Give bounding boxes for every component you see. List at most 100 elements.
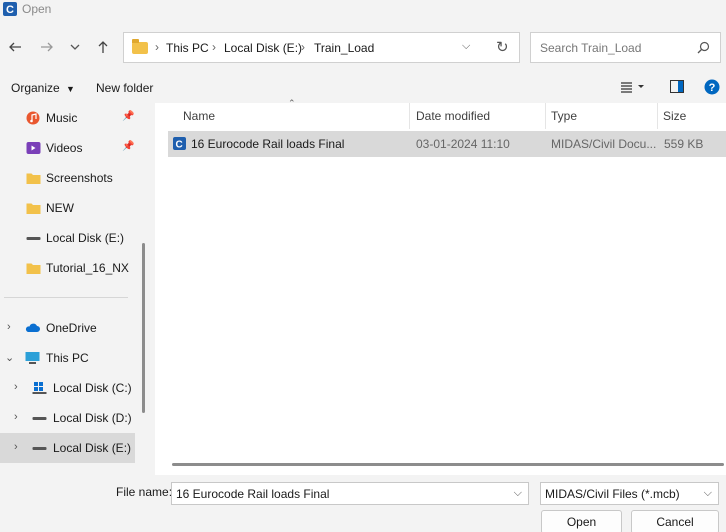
file-name-field[interactable]: 16 Eurocode Rail loads Final ⌵ xyxy=(171,482,529,505)
file-type-filter-value: MIDAS/Civil Files (*.mcb) xyxy=(545,487,680,501)
list-view-icon xyxy=(621,82,644,93)
videos-icon xyxy=(26,142,41,154)
sidebar-item-label: Videos xyxy=(46,141,83,155)
folder-icon xyxy=(26,173,41,184)
drive-icon xyxy=(32,417,47,420)
help-button[interactable]: ? xyxy=(704,79,720,98)
sidebar-item-this-pc[interactable]: ⌄ This PC xyxy=(0,343,138,373)
sidebar-item-label: OneDrive xyxy=(46,321,97,335)
view-options-button[interactable] xyxy=(620,80,646,97)
file-name: 16 Eurocode Rail loads Final xyxy=(191,137,345,151)
sidebar-item-label: Local Disk (E:) xyxy=(53,441,132,455)
navigation-pane[interactable]: Music 📌 Videos 📌 Screenshots NEW Local D… xyxy=(0,103,148,463)
refresh-icon[interactable]: ↻ xyxy=(496,38,509,56)
folder-icon xyxy=(26,203,41,214)
column-header-type[interactable]: Type xyxy=(551,109,577,123)
preview-pane-button[interactable] xyxy=(670,80,684,96)
recent-locations-button[interactable] xyxy=(64,36,86,58)
chevron-right-icon[interactable]: › xyxy=(7,321,11,333)
file-row[interactable]: C 16 Eurocode Rail loads Final 03-01-202… xyxy=(168,131,726,157)
open-button[interactable]: Open xyxy=(541,510,622,532)
arrow-left-icon xyxy=(9,42,21,52)
sidebar-item-label: Screenshots xyxy=(46,171,113,185)
music-icon xyxy=(26,111,40,125)
address-dropdown-icon[interactable]: ⌵ xyxy=(462,40,470,53)
arrow-right-icon xyxy=(41,42,53,52)
column-header-name[interactable]: Name xyxy=(183,109,215,123)
windows-drive-icon xyxy=(32,382,47,394)
sidebar-item-local-disk-d[interactable]: › Local Disk (D:) xyxy=(0,403,138,433)
sort-ascending-icon: ⌃ xyxy=(288,98,296,108)
command-bar: Organize ▼ New folder ? xyxy=(0,72,726,106)
column-header-size[interactable]: Size xyxy=(663,109,686,123)
chevron-down-icon[interactable]: ⌄ xyxy=(5,351,14,364)
column-header-date-modified[interactable]: Date modified xyxy=(416,109,490,123)
sidebar-item-videos[interactable]: Videos 📌 xyxy=(0,133,138,163)
breadcrumb-this-pc[interactable]: This PC xyxy=(166,41,209,55)
file-date-modified: 03-01-2024 11:10 xyxy=(416,137,510,151)
sidebar-item-label: Local Disk (E:) xyxy=(46,231,125,245)
arrow-up-icon xyxy=(98,41,108,53)
sidebar-item-new[interactable]: NEW xyxy=(0,193,138,223)
up-button[interactable] xyxy=(92,36,114,58)
sidebar-item-label: Local Disk (C:) xyxy=(53,381,132,395)
sidebar-item-onedrive[interactable]: › OneDrive xyxy=(0,313,138,343)
svg-text:C: C xyxy=(6,4,14,16)
chevron-down-icon[interactable]: ⌵ xyxy=(514,487,522,500)
help-icon: ? xyxy=(704,79,720,95)
sidebar-item-music[interactable]: Music 📌 xyxy=(0,103,138,133)
svg-text:?: ? xyxy=(709,82,716,94)
pin-icon: 📌 xyxy=(122,111,135,122)
sidebar-item-tutorial[interactable]: Tutorial_16_NX xyxy=(0,253,138,283)
forward-button[interactable] xyxy=(36,36,58,58)
sidebar-item-screenshots[interactable]: Screenshots xyxy=(0,163,138,193)
pc-icon xyxy=(25,352,40,364)
sidebar-divider xyxy=(4,297,128,298)
drive-icon xyxy=(32,447,47,450)
sidebar-item-local-disk-e-quick[interactable]: Local Disk (E:) xyxy=(0,223,138,253)
caret-down-icon: ▼ xyxy=(66,84,75,94)
sidebar-item-label: Music xyxy=(46,111,78,125)
sidebar-item-local-disk-e[interactable]: › Local Disk (E:) xyxy=(0,433,135,463)
folder-icon xyxy=(132,39,148,54)
file-size: 559 KB xyxy=(664,137,704,151)
preview-pane-icon xyxy=(670,80,684,93)
sidebar-item-label: NEW xyxy=(46,201,74,215)
chevron-down-icon xyxy=(70,44,80,50)
organize-button[interactable]: Organize ▼ xyxy=(11,81,75,95)
new-folder-button[interactable]: New folder xyxy=(96,81,153,95)
file-list[interactable]: ⌃ Name Date modified Type Size C 16 Euro… xyxy=(155,98,726,475)
column-divider[interactable] xyxy=(657,103,658,129)
chevron-right-icon[interactable]: › xyxy=(14,381,18,393)
sidebar-item-label: Local Disk (D:) xyxy=(53,411,132,425)
chevron-down-icon[interactable]: ⌵ xyxy=(704,487,712,500)
address-bar[interactable]: › This PC › Local Disk (E:) › Train_Load… xyxy=(123,32,520,63)
sidebar-item-label: Tutorial_16_NX xyxy=(46,261,129,275)
chevron-right-icon[interactable]: › xyxy=(14,441,18,453)
sidebar-scrollbar[interactable] xyxy=(142,243,145,413)
organize-label: Organize xyxy=(11,81,60,95)
back-button[interactable] xyxy=(4,36,26,58)
pin-icon: 📌 xyxy=(122,141,135,152)
chevron-right-icon: › xyxy=(155,40,159,54)
folder-icon xyxy=(26,263,41,274)
cancel-button[interactable]: Cancel xyxy=(631,510,719,532)
cloud-icon xyxy=(25,323,40,332)
breadcrumb-local-disk-e[interactable]: Local Disk (E:) xyxy=(224,41,302,55)
chevron-right-icon[interactable]: › xyxy=(14,411,18,423)
search-input[interactable]: Search Train_Load xyxy=(540,41,641,55)
window-title: Open xyxy=(22,2,52,16)
file-type-filter[interactable]: MIDAS/Civil Files (*.mcb) ⌵ xyxy=(540,482,719,505)
address-bar-row: › This PC › Local Disk (E:) › Train_Load… xyxy=(0,26,726,68)
file-type: MIDAS/Civil Docu... xyxy=(551,137,657,151)
horizontal-scrollbar[interactable] xyxy=(172,463,724,466)
sidebar-item-local-disk-c[interactable]: › Local Disk (C:) xyxy=(0,373,138,403)
svg-text:C: C xyxy=(176,140,183,151)
search-box[interactable]: Search Train_Load xyxy=(530,32,721,63)
chevron-right-icon: › xyxy=(301,40,305,54)
chevron-right-icon: › xyxy=(212,40,216,54)
column-divider[interactable] xyxy=(545,103,546,129)
file-name-value: 16 Eurocode Rail loads Final xyxy=(176,487,330,501)
breadcrumb-train-load[interactable]: Train_Load xyxy=(314,41,374,55)
column-divider[interactable] xyxy=(409,103,410,129)
